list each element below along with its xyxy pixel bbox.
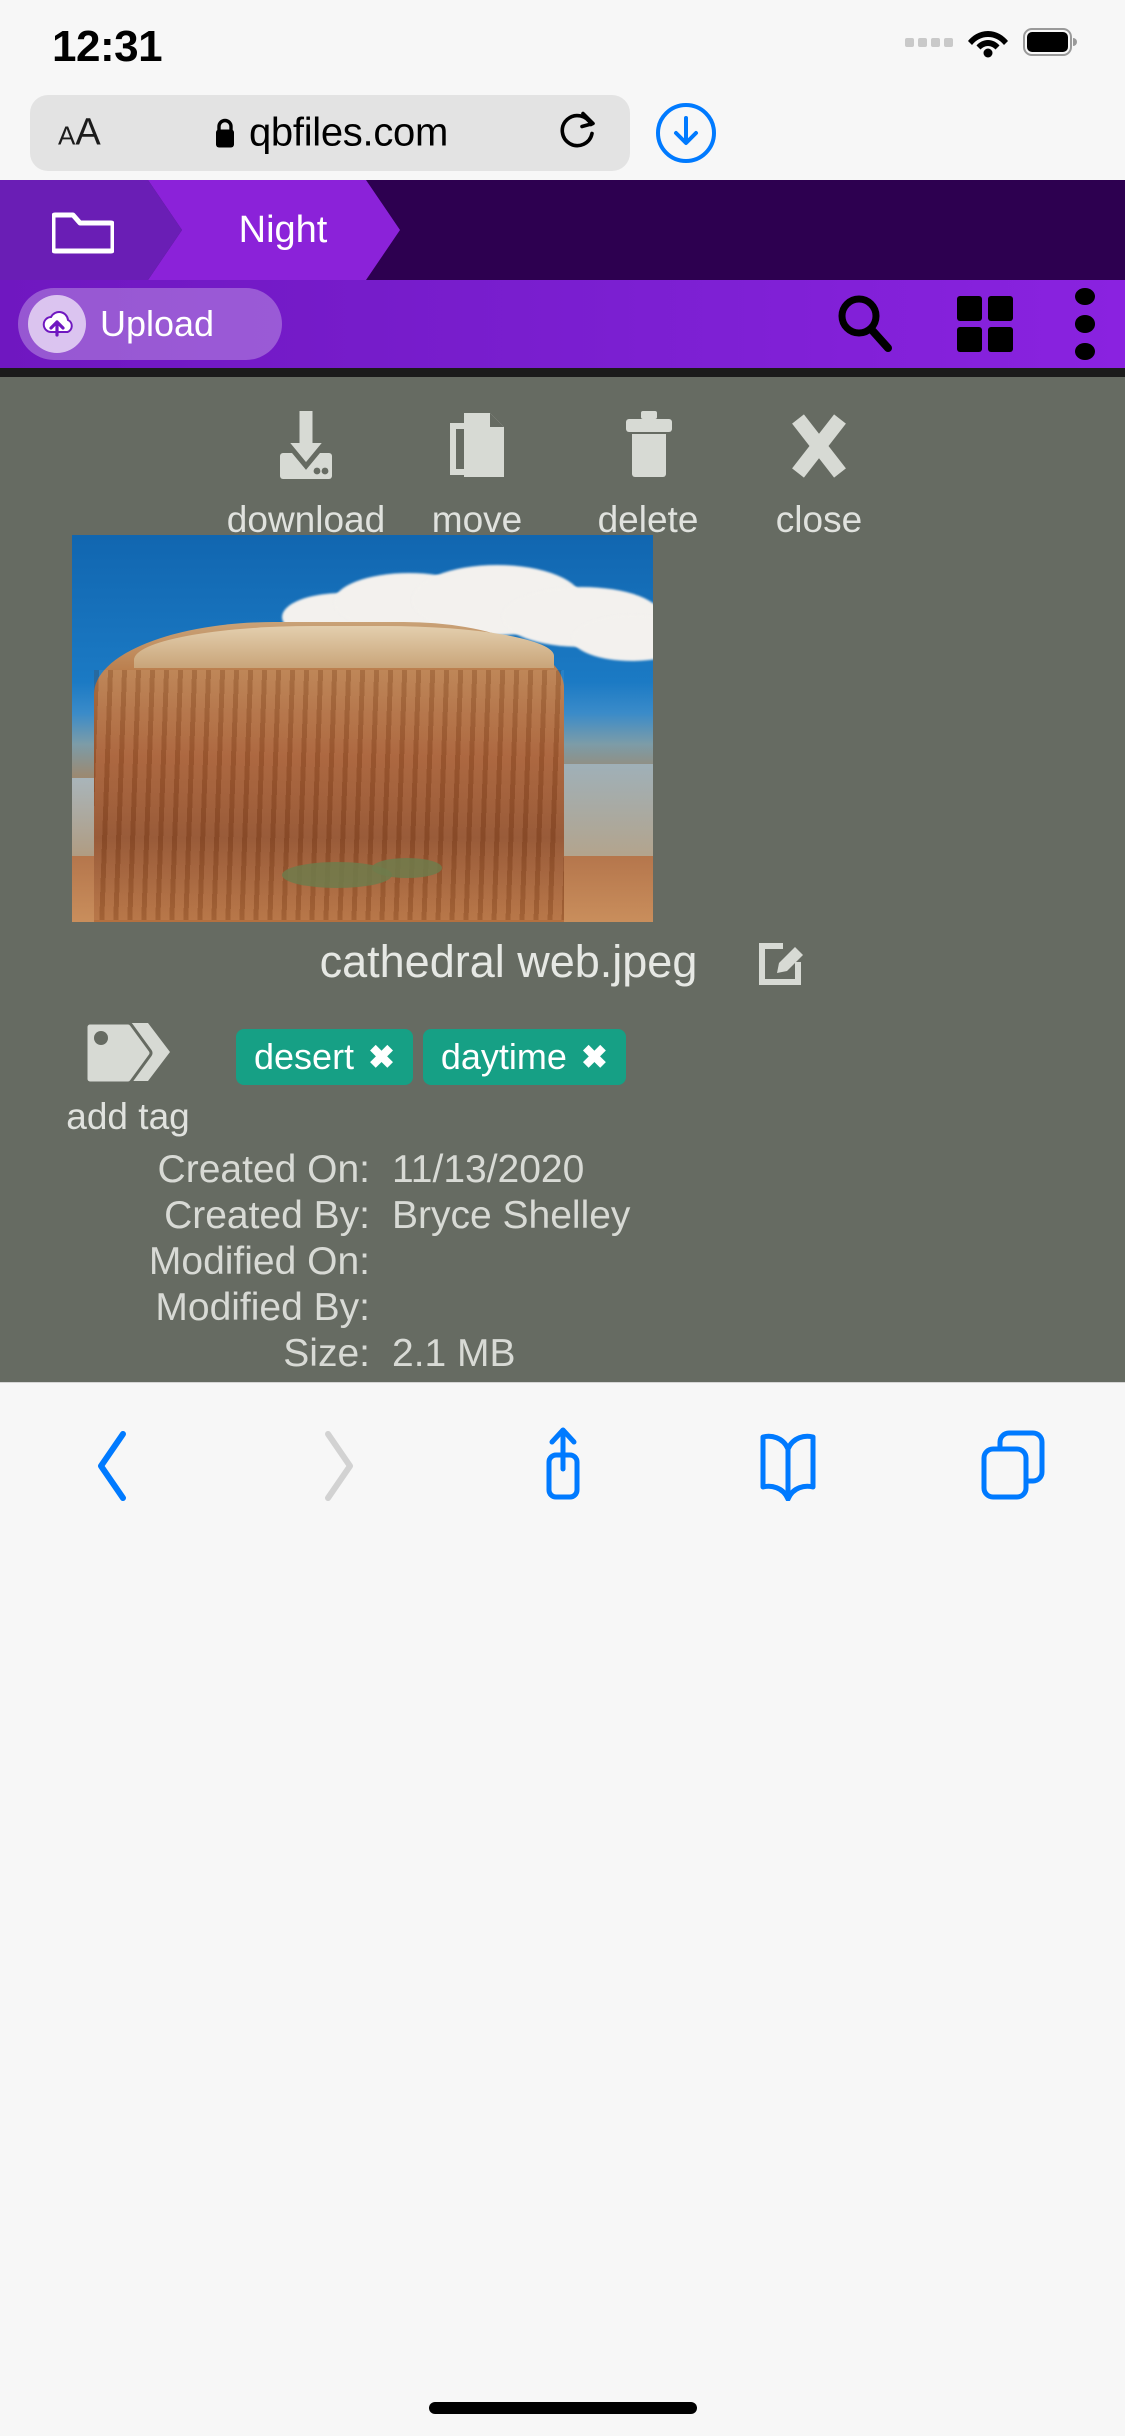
file-action-row: download move delete close: [0, 397, 1125, 541]
search-icon[interactable]: [833, 291, 895, 358]
close-x-icon: [776, 397, 862, 489]
status-time: 12:31: [52, 22, 163, 71]
upload-button-label: Upload: [100, 303, 215, 344]
safari-toolbar: [0, 1382, 1125, 2436]
browser-chrome: AA qbfiles.com: [0, 88, 1125, 180]
downloads-button[interactable]: [655, 102, 717, 164]
share-icon: [546, 1427, 579, 1500]
tabs-button[interactable]: [900, 1429, 1125, 1503]
bookmarks-button[interactable]: [675, 1431, 900, 1501]
remove-tag-icon[interactable]: ✖: [368, 1038, 395, 1076]
download-icon: [263, 397, 349, 489]
safari-toolbar-buttons: [0, 1411, 1125, 1521]
kebab-menu-icon[interactable]: [1075, 288, 1095, 360]
grid-view-icon[interactable]: [957, 296, 1013, 352]
close-label: close: [775, 499, 863, 540]
upload-button[interactable]: Upload: [18, 288, 282, 360]
tag-label: daytime: [440, 1036, 567, 1077]
back-button[interactable]: [0, 1426, 225, 1506]
address-bar[interactable]: AA qbfiles.com: [30, 95, 630, 171]
app-toolbar: Upload: [0, 280, 1125, 368]
metadata-key: Created On:: [157, 1148, 370, 1191]
metadata-key: Modified By:: [155, 1286, 370, 1329]
wifi-icon: [968, 31, 1008, 58]
filename-row: cathedral web.jpeg: [0, 933, 1125, 990]
tag-label: desert: [254, 1036, 355, 1077]
tag-chip[interactable]: daytime ✖: [422, 1029, 626, 1085]
cloud-upload-icon: [28, 295, 86, 353]
share-button[interactable]: [450, 1423, 675, 1509]
bookmarks-icon: [760, 1433, 815, 1501]
edit-pencil-icon[interactable]: [753, 933, 805, 990]
status-bar: 12:31: [0, 0, 1125, 88]
metadata-key: Size:: [283, 1332, 370, 1375]
signal-dots-icon: [905, 37, 953, 47]
metadata-row: Modified By:: [0, 1285, 1125, 1331]
download-button[interactable]: download: [227, 397, 385, 541]
metadata-key: Modified On:: [148, 1240, 370, 1283]
close-button[interactable]: close: [746, 397, 892, 541]
file-metadata: Created On: 11/13/2020 Created By: Bryce…: [0, 1147, 1125, 1377]
back-chevron-icon: [97, 1431, 126, 1501]
home-indicator: [428, 2402, 697, 2414]
metadata-row: Size: 2.1 MB: [0, 1331, 1125, 1377]
battery-icon: [1023, 28, 1077, 56]
breadcrumb: Night: [0, 180, 1125, 280]
breadcrumb-item-night[interactable]: Night: [148, 180, 400, 280]
remove-tag-icon[interactable]: ✖: [581, 1038, 608, 1076]
metadata-row: Created By: Bryce Shelley: [0, 1193, 1125, 1239]
metadata-value: Bryce Shelley: [392, 1194, 631, 1237]
reload-button[interactable]: [556, 107, 600, 160]
url-text: qbfiles.com: [248, 110, 448, 155]
metadata-row: Created On: 11/13/2020: [0, 1147, 1125, 1193]
delete-button[interactable]: delete: [575, 397, 721, 541]
tag-row: add tag desert ✖ daytime ✖: [0, 1017, 1125, 1147]
forward-chevron-icon: [324, 1431, 353, 1501]
metadata-key: Created By:: [164, 1194, 370, 1237]
tag-chip[interactable]: desert ✖: [236, 1029, 413, 1085]
tabs-icon: [981, 1430, 1044, 1500]
file-name: cathedral web.jpeg: [319, 935, 698, 987]
tag-list: desert ✖ daytime ✖: [236, 1029, 626, 1085]
toolbar-divider: [0, 368, 1125, 377]
metadata-value: 11/13/2020: [392, 1148, 585, 1191]
file-detail-panel: download move delete close cathedral web…: [0, 377, 1125, 1382]
tags-icon: [82, 1017, 174, 1092]
folder-icon: [52, 212, 114, 254]
trash-icon: [605, 397, 691, 489]
metadata-value: 2.1 MB: [392, 1332, 516, 1375]
toolbar-actions: [833, 280, 1095, 368]
forward-button[interactable]: [225, 1426, 450, 1506]
move-button[interactable]: move: [404, 397, 550, 541]
breadcrumb-item-root[interactable]: [0, 180, 182, 280]
url-display[interactable]: qbfiles.com: [30, 111, 630, 156]
screen-root: 12:31 AA qbfiles.com Night Upload downlo…: [0, 0, 1125, 2436]
status-indicators: [905, 26, 1077, 58]
copy-move-icon: [434, 397, 520, 489]
lock-icon: [215, 118, 234, 147]
file-preview-image[interactable]: [72, 535, 653, 922]
breadcrumb-label: Night: [238, 208, 328, 251]
add-tag-button[interactable]: add tag: [66, 1017, 190, 1138]
add-tag-label: add tag: [66, 1096, 190, 1137]
metadata-row: Modified On:: [0, 1239, 1125, 1285]
